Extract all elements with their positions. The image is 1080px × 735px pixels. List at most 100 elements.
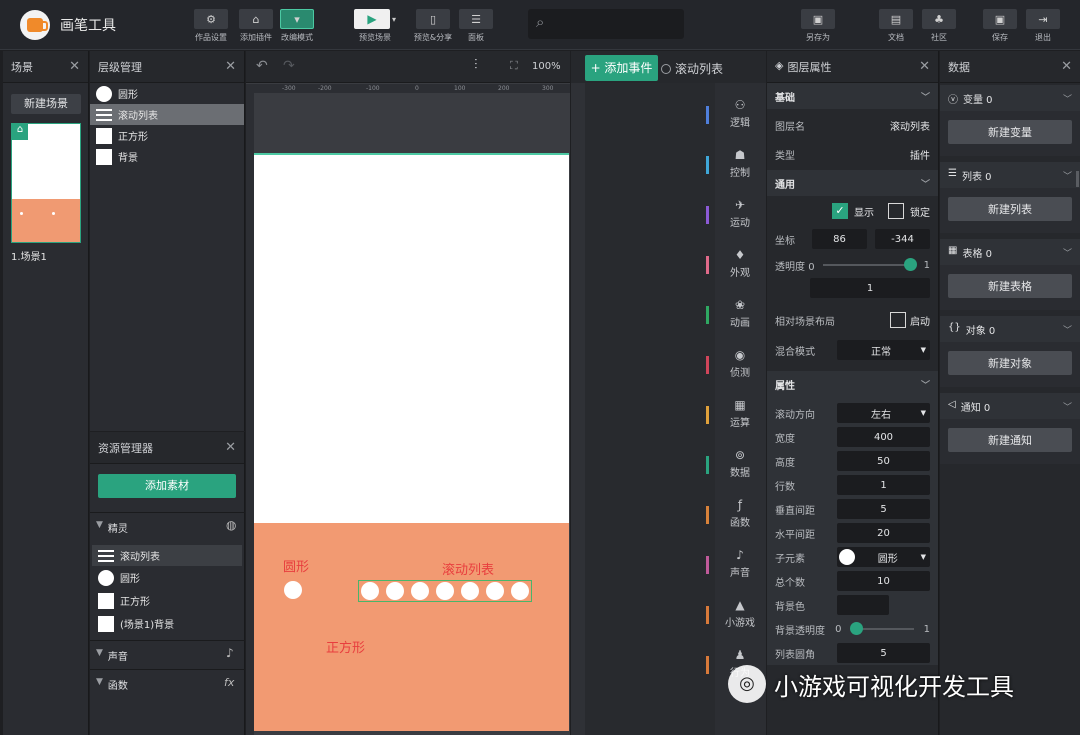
preview-scene-button[interactable]: ▶ ▾ 预览场景 xyxy=(353,9,397,43)
undo-icon[interactable]: ↶ xyxy=(256,58,268,74)
selected-sprite-tab[interactable]: 滚动列表 xyxy=(661,60,723,77)
sprite-item[interactable]: (场景1)背景 xyxy=(92,612,242,635)
relative-layout-checkbox[interactable] xyxy=(890,312,906,328)
function-icon[interactable]: fx xyxy=(224,676,234,689)
section-general[interactable]: 通用 ﹀ xyxy=(767,170,938,196)
total-input[interactable]: 10 xyxy=(837,571,930,591)
close-icon[interactable]: ✕ xyxy=(225,59,236,74)
zoom-level[interactable]: 100% xyxy=(532,61,561,72)
layer-name-value[interactable]: 滚动列表 xyxy=(890,118,930,133)
category-6[interactable]: ▦ 运算 xyxy=(706,398,765,429)
add-plugin-button[interactable]: ⌂ 添加插件 xyxy=(234,9,278,43)
fit-screen-icon[interactable]: ⛶ xyxy=(510,59,518,73)
work-settings-button[interactable]: ⚙ 作品设置 xyxy=(189,9,233,43)
show-checkbox[interactable]: ✓ xyxy=(832,203,848,219)
layer-item[interactable]: 背景 xyxy=(90,146,244,167)
stage-white[interactable] xyxy=(254,153,569,523)
close-icon[interactable]: ✕ xyxy=(919,59,930,74)
scrollbar-thumb[interactable] xyxy=(1076,171,1079,187)
data-section-header[interactable]: ▦ 表格 0 ﹀ xyxy=(940,239,1080,265)
search-input[interactable]: ⌕ xyxy=(528,9,684,39)
category-9[interactable]: ♪ 声音 xyxy=(706,548,765,579)
sliders-icon[interactable]: ⫶ xyxy=(474,57,478,73)
microphone-icon[interactable]: ♪ xyxy=(226,646,234,660)
sound-section-header[interactable]: ▼ 声音 xyxy=(96,648,128,663)
layer-item[interactable]: 正方形 xyxy=(90,125,244,146)
docs-button[interactable]: ▤ 文档 xyxy=(874,9,918,43)
asset-panel: 资源管理器 ✕ 添加素材 ▼ 精灵 ◍ 滚动列表 圆形 正方形 (场景1)背景 ▼ 声… xyxy=(90,432,245,735)
category-8[interactable]: ƒ 函数 xyxy=(706,498,765,529)
section-attributes[interactable]: 属性 ﹀ xyxy=(767,371,938,397)
layer-item[interactable]: 圆形 xyxy=(90,83,244,104)
category-1[interactable]: ☗ 控制 xyxy=(706,148,765,179)
category-3[interactable]: ♦ 外观 xyxy=(706,248,765,279)
book-icon: ▤ xyxy=(879,9,913,29)
category-4[interactable]: ❀ 动画 xyxy=(706,298,765,329)
data-section-header[interactable]: {} 对象 0 ﹀ xyxy=(940,316,1080,342)
redo-icon[interactable]: ↷ xyxy=(283,58,295,74)
scene-panel-header: 场景 ✕ xyxy=(3,51,88,83)
layer-item-selected[interactable]: 滚动列表 xyxy=(90,104,244,125)
panel-button[interactable]: ☰ 面板 xyxy=(454,9,498,43)
category-5[interactable]: ◉ 侦测 xyxy=(706,348,765,379)
sprites-section-header[interactable]: ▼ 精灵 xyxy=(96,520,128,535)
scroll-list-sprite[interactable] xyxy=(358,580,532,602)
opacity-slider[interactable] xyxy=(823,258,918,271)
function-section-header[interactable]: ▼ 函数 xyxy=(96,677,128,692)
new-var-button[interactable]: 新建变量 xyxy=(948,120,1072,144)
preview-share-button[interactable]: ▯ 预览&分享 xyxy=(411,9,455,43)
home-icon: ⌂ xyxy=(12,124,28,140)
close-icon[interactable]: ✕ xyxy=(1061,59,1072,74)
coord-x-input[interactable]: 86 xyxy=(812,229,867,249)
rows-input[interactable]: 1 xyxy=(837,475,930,495)
hgap-input[interactable]: 20 xyxy=(837,523,930,543)
category-color-bar xyxy=(706,606,709,624)
add-event-button[interactable]: + 添加事件 xyxy=(585,55,658,81)
height-input[interactable]: 50 xyxy=(837,451,930,471)
save-as-button[interactable]: ▣ 另存为 xyxy=(796,9,840,43)
category-10[interactable]: ▲ 小游戏 xyxy=(706,598,765,629)
width-input[interactable]: 400 xyxy=(837,427,930,447)
vgap-input[interactable]: 5 xyxy=(837,499,930,519)
lock-checkbox[interactable] xyxy=(888,203,904,219)
edit-mode-button[interactable]: ▾ 改编模式 xyxy=(275,9,319,43)
new-notice-button[interactable]: 新建通知 xyxy=(948,428,1072,452)
add-asset-button[interactable]: 添加素材 xyxy=(98,474,236,498)
close-icon[interactable]: ✕ xyxy=(69,59,80,74)
new-table-button[interactable]: 新建表格 xyxy=(948,274,1072,298)
community-button[interactable]: ♣ 社区 xyxy=(917,9,961,43)
close-icon[interactable]: ✕ xyxy=(225,440,236,455)
sprite-item[interactable]: 正方形 xyxy=(92,589,242,612)
blend-mode-select[interactable]: 正常 ▼ xyxy=(837,340,930,360)
coord-y-input[interactable]: -344 xyxy=(875,229,930,249)
scene-thumbnail[interactable]: ⌂ xyxy=(11,123,81,243)
bgcolor-picker[interactable] xyxy=(837,595,889,615)
exit-button[interactable]: ⇥ 退出 xyxy=(1021,9,1065,43)
bg-opacity-slider[interactable] xyxy=(849,622,914,635)
chevron-down-icon[interactable]: ▾ xyxy=(392,15,396,24)
new-list-button[interactable]: 新建列表 xyxy=(948,197,1072,221)
sprite-item[interactable]: 圆形 xyxy=(92,566,242,589)
list-icon xyxy=(96,107,112,123)
palette-icon[interactable]: ◍ xyxy=(226,518,236,532)
data-section-header[interactable]: ⓥ 变量 0 ﹀ xyxy=(940,85,1080,111)
stage-background[interactable]: 圆形 滚动列表 正方形 xyxy=(254,523,569,731)
circle-sprite[interactable] xyxy=(284,581,302,599)
new-object-button[interactable]: 新建对象 xyxy=(948,351,1072,375)
save-button[interactable]: ▣ 保存 xyxy=(978,9,1022,43)
category-0[interactable]: ⚇ 逻辑 xyxy=(706,98,765,129)
data-section-header[interactable]: ☰ 列表 0 ﹀ xyxy=(940,162,1080,188)
new-scene-button[interactable]: 新建场景 xyxy=(11,94,81,114)
radius-input[interactable]: 5 xyxy=(837,643,930,663)
data-section-header[interactable]: ◁ 通知 0 ﹀ xyxy=(940,393,1080,419)
category-2[interactable]: ✈ 运动 xyxy=(706,198,765,229)
opacity-input[interactable]: 1 xyxy=(810,278,930,298)
script-workspace[interactable] xyxy=(585,83,715,735)
category-icon: ✈ xyxy=(734,198,746,212)
code-area: + 添加事件 滚动列表 ⚇ 逻辑 ☗ 控制 ✈ 运动 ♦ 外观 ❀ 动画 ◉ 侦测 ▦ 运算 ⊚ 数据 ƒ 函数 ♪… xyxy=(571,51,766,735)
sprite-item[interactable]: 滚动列表 xyxy=(92,545,242,566)
scroll-direction-select[interactable]: 左右 ▼ xyxy=(837,403,930,423)
category-7[interactable]: ⊚ 数据 xyxy=(706,448,765,479)
section-basic[interactable]: 基础 ﹀ xyxy=(767,83,938,109)
child-element-select[interactable]: 圆形 ▼ xyxy=(837,547,930,567)
